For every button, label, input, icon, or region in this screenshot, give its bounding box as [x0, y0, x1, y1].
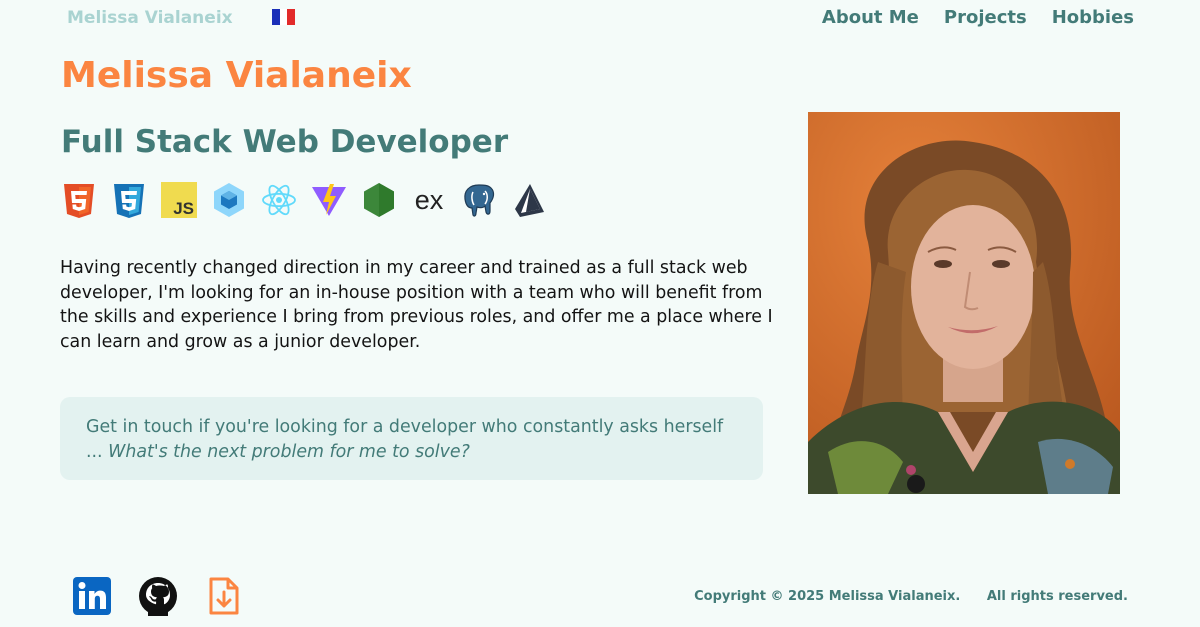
profile-photo — [808, 112, 1120, 494]
javascript-icon: JS — [161, 182, 197, 218]
nav-hobbies[interactable]: Hobbies — [1052, 7, 1134, 28]
html5-icon — [61, 182, 97, 218]
brand-link[interactable]: Melissa Vialaneix — [67, 8, 233, 28]
webpack-icon — [211, 182, 247, 218]
svg-text:JS: JS — [173, 199, 194, 218]
french-flag-icon[interactable] — [272, 9, 296, 25]
svg-text:ex: ex — [415, 185, 444, 215]
prisma-icon — [511, 182, 547, 218]
postgresql-icon — [461, 182, 497, 218]
about-text: Having recently changed direction in my … — [60, 258, 773, 352]
css3-icon — [111, 182, 147, 218]
rights-text: All rights reserved. — [986, 589, 1128, 604]
contact-callout: Get in touch if you're looking for a dev… — [60, 397, 763, 480]
copyright-text: Copyright © 2025 Melissa Vialaneix. — [694, 589, 961, 604]
express-icon: ex — [411, 182, 447, 218]
top-navigation: Melissa Vialaneix About Me Projects Hobb… — [0, 0, 1200, 36]
nav-projects[interactable]: Projects — [944, 7, 1027, 28]
vite-icon — [311, 182, 347, 218]
copyright-notice: Copyright © 2025 Melissa Vialaneix. All … — [694, 589, 1128, 604]
tech-stack-icons: JS ex — [61, 182, 547, 218]
nodejs-icon — [361, 182, 397, 218]
github-icon[interactable] — [138, 576, 178, 616]
download-cv-icon[interactable] — [204, 576, 244, 616]
main-nav: About Me Projects Hobbies — [822, 7, 1134, 28]
linkedin-icon[interactable] — [72, 576, 112, 616]
page-title: Melissa Vialaneix — [61, 55, 412, 96]
nav-about-me[interactable]: About Me — [822, 7, 919, 28]
react-icon — [261, 182, 297, 218]
job-title: Full Stack Web Developer — [61, 124, 509, 160]
callout-question: What's the next problem for me to solve? — [108, 441, 470, 462]
social-links — [72, 576, 244, 616]
